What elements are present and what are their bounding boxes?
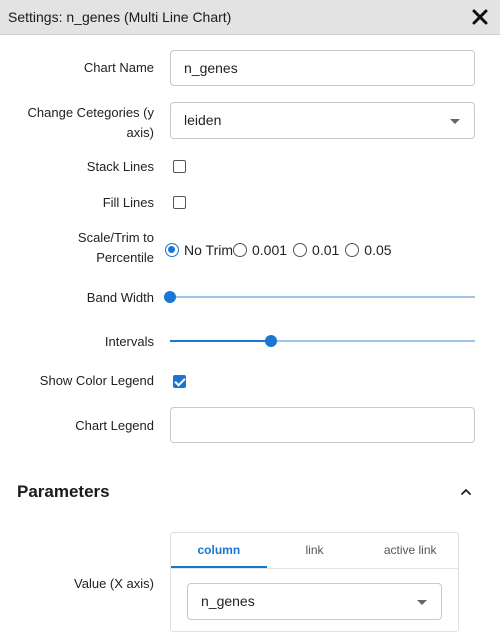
chevron-down-icon — [450, 119, 460, 124]
scale-trim-radio[interactable] — [233, 243, 247, 257]
categories-label-line2: axis) — [126, 125, 154, 140]
tab-divider — [171, 568, 458, 569]
show-color-legend-label: Show Color Legend — [39, 373, 154, 388]
value-column-select-value: n_genes — [201, 593, 255, 609]
parameters-title: Parameters — [17, 482, 110, 501]
chart-legend-input[interactable] — [170, 407, 475, 443]
scale-trim-label-line2: Percentile — [96, 250, 154, 265]
categories-select-value: leiden — [184, 112, 222, 128]
scale-trim-option-label: 0.001 — [252, 242, 288, 258]
intervals-label: Intervals — [104, 334, 154, 349]
slider-thumb[interactable] — [264, 335, 277, 347]
stack-lines-label: Stack Lines — [86, 159, 154, 174]
chart-name-label: Chart Name — [83, 60, 154, 75]
tab-link[interactable]: link — [267, 533, 363, 568]
fill-lines-label: Fill Lines — [102, 195, 154, 210]
scale-trim-radio[interactable] — [165, 243, 179, 257]
value-x-axis-label: Value (X axis) — [74, 576, 154, 591]
value-source-tabs: column link active link — [171, 533, 458, 568]
chart-name-input[interactable] — [170, 50, 475, 86]
value-column-select[interactable]: n_genes — [187, 583, 442, 620]
value-source-panel: column link active link n_genes — [170, 532, 459, 632]
categories-label: Change Cetegories (y axis) — [28, 103, 154, 143]
intervals-slider[interactable] — [170, 335, 475, 347]
scale-trim-radio[interactable] — [345, 243, 360, 257]
chart-legend-label: Chart Legend — [75, 418, 154, 433]
scale-trim-option-label: No Trim — [184, 242, 233, 258]
close-icon[interactable] — [471, 8, 489, 26]
dialog-title: Settings: n_genes (Multi Line Chart) — [8, 9, 232, 25]
scale-trim-radio-group: No Trim 0.001 0.01 0.05 — [165, 242, 398, 258]
scale-trim-option-label: 0.01 — [312, 242, 340, 258]
scale-trim-label-line1: Scale/Trim to — [77, 230, 154, 245]
slider-thumb[interactable] — [164, 291, 176, 303]
scale-trim-label: Scale/Trim to Percentile — [78, 228, 154, 268]
fill-lines-checkbox[interactable] — [173, 196, 186, 209]
categories-label-line1: Change Cetegories (y — [27, 105, 154, 120]
band-width-label: Band Width — [86, 290, 154, 305]
chevron-down-icon — [417, 600, 427, 605]
dialog-titlebar: Settings: n_genes (Multi Line Chart) — [0, 0, 500, 35]
show-color-legend-checkbox[interactable] — [173, 375, 186, 388]
tab-column[interactable]: column — [171, 533, 267, 568]
slider-track — [170, 296, 475, 298]
scale-trim-radio[interactable] — [293, 243, 308, 257]
stack-lines-checkbox[interactable] — [173, 160, 186, 173]
tab-active-link[interactable]: active link — [362, 533, 458, 568]
categories-select[interactable]: leiden — [170, 102, 475, 139]
scale-trim-option-label: 0.05 — [364, 242, 392, 258]
slider-track-fill — [170, 340, 271, 342]
band-width-slider[interactable] — [164, 291, 475, 303]
chevron-up-icon[interactable] — [461, 487, 471, 497]
